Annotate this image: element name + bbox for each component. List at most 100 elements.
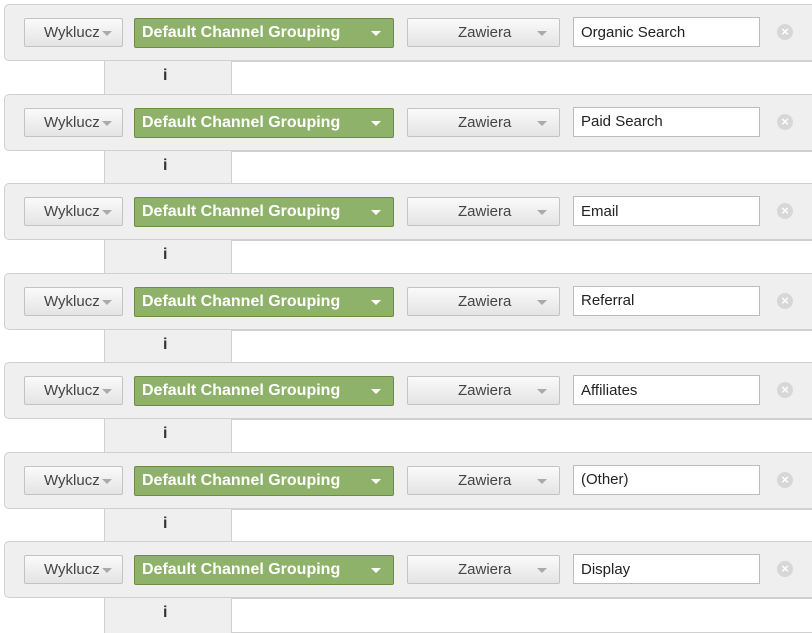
match-type-dropdown[interactable]: Zawiera bbox=[407, 286, 560, 316]
match-type-label: Zawiera bbox=[458, 203, 512, 220]
include-exclude-dropdown[interactable]: Wyklucz bbox=[24, 555, 123, 584]
match-type-label: Zawiera bbox=[458, 113, 512, 131]
include-exclude-dropdown[interactable]: Wyklucz bbox=[24, 107, 123, 137]
and-connector-label: i bbox=[163, 246, 168, 263]
dimension-label: Default Channel Grouping bbox=[142, 113, 341, 131]
dimension-label: Default Channel Grouping bbox=[142, 24, 341, 41]
dimension-label: Default Channel Grouping bbox=[142, 561, 341, 578]
caret-down-icon bbox=[537, 389, 547, 394]
condition-value-input[interactable] bbox=[573, 17, 760, 47]
dimension-dropdown[interactable]: Default Channel Grouping bbox=[134, 555, 394, 585]
and-connector: i bbox=[104, 150, 232, 186]
caret-down-icon bbox=[371, 389, 381, 394]
remove-condition-button[interactable]: × bbox=[777, 24, 793, 40]
dimension-label: Default Channel Grouping bbox=[142, 292, 341, 310]
dimension-dropdown[interactable]: Default Channel Grouping bbox=[134, 376, 394, 406]
connector-line bbox=[232, 240, 812, 275]
condition-value-input[interactable] bbox=[573, 554, 760, 584]
match-type-label: Zawiera bbox=[458, 292, 512, 310]
condition-value-input[interactable] bbox=[573, 106, 760, 137]
caret-down-icon bbox=[371, 31, 381, 36]
dimension-dropdown[interactable]: Default Channel Grouping bbox=[134, 286, 394, 317]
close-circle-icon: × bbox=[781, 382, 789, 397]
match-type-dropdown[interactable]: Zawiera bbox=[407, 555, 560, 584]
match-type-dropdown[interactable]: Zawiera bbox=[407, 107, 560, 137]
connector-line bbox=[232, 61, 812, 96]
and-connector-label: i bbox=[163, 156, 168, 174]
caret-down-icon bbox=[102, 120, 112, 126]
and-connector: i bbox=[104, 419, 232, 454]
dimension-dropdown[interactable]: Default Channel Grouping bbox=[134, 18, 394, 48]
dimension-dropdown[interactable]: Default Channel Grouping bbox=[134, 107, 394, 138]
caret-down-icon bbox=[102, 568, 112, 573]
include-exclude-label: Wyklucz bbox=[44, 561, 100, 578]
include-exclude-label: Wyklucz bbox=[44, 203, 100, 220]
close-circle-icon: × bbox=[781, 292, 789, 308]
caret-down-icon bbox=[537, 478, 547, 484]
dimension-label: Default Channel Grouping bbox=[142, 471, 341, 489]
caret-down-icon bbox=[537, 120, 547, 126]
dimension-label: Default Channel Grouping bbox=[142, 203, 341, 220]
include-exclude-label: Wyklucz bbox=[44, 292, 100, 310]
and-connector-label: i bbox=[163, 335, 168, 353]
remove-condition-button[interactable]: × bbox=[777, 203, 793, 219]
caret-down-icon bbox=[102, 210, 112, 215]
dimension-label: Default Channel Grouping bbox=[142, 382, 341, 399]
remove-condition-button[interactable]: × bbox=[777, 113, 793, 130]
caret-down-icon bbox=[371, 478, 381, 484]
remove-condition-button[interactable]: × bbox=[777, 471, 793, 488]
connector-line bbox=[232, 419, 812, 454]
caret-down-icon bbox=[537, 568, 547, 573]
dimension-dropdown[interactable]: Default Channel Grouping bbox=[134, 197, 394, 227]
connector-line bbox=[232, 329, 812, 365]
caret-down-icon bbox=[102, 389, 112, 394]
match-type-label: Zawiera bbox=[458, 382, 512, 399]
connector-line bbox=[232, 150, 812, 186]
and-connector-label: i bbox=[163, 67, 168, 84]
and-connector: i bbox=[104, 598, 232, 633]
and-connector: i bbox=[104, 329, 232, 365]
match-type-dropdown[interactable]: Zawiera bbox=[407, 18, 560, 47]
match-type-dropdown[interactable]: Zawiera bbox=[407, 197, 560, 226]
condition-value-input[interactable] bbox=[573, 464, 760, 495]
condition-row: Wyklucz Default Channel Grouping Zawiera… bbox=[4, 541, 812, 598]
remove-condition-button[interactable]: × bbox=[777, 292, 793, 309]
caret-down-icon bbox=[102, 478, 112, 484]
match-type-label: Zawiera bbox=[458, 471, 512, 489]
connector-line bbox=[232, 598, 812, 633]
condition-value-input[interactable] bbox=[573, 375, 760, 405]
caret-down-icon bbox=[371, 120, 381, 126]
condition-row: Wyklucz Default Channel Grouping Zawiera… bbox=[4, 362, 812, 419]
match-type-dropdown[interactable]: Zawiera bbox=[407, 465, 560, 495]
include-exclude-label: Wyklucz bbox=[44, 24, 100, 41]
condition-row: Wyklucz Default Channel Grouping Zawiera… bbox=[4, 272, 812, 330]
condition-value-input[interactable] bbox=[573, 285, 760, 316]
include-exclude-dropdown[interactable]: Wyklucz bbox=[24, 18, 123, 47]
include-exclude-dropdown[interactable]: Wyklucz bbox=[24, 197, 123, 226]
close-circle-icon: × bbox=[781, 113, 789, 129]
caret-down-icon bbox=[102, 31, 112, 36]
include-exclude-label: Wyklucz bbox=[44, 382, 100, 399]
include-exclude-dropdown[interactable]: Wyklucz bbox=[24, 376, 123, 405]
close-circle-icon: × bbox=[781, 471, 789, 487]
include-exclude-dropdown[interactable]: Wyklucz bbox=[24, 286, 123, 316]
and-connector-label: i bbox=[163, 425, 168, 442]
and-connector: i bbox=[104, 61, 232, 96]
remove-condition-button[interactable]: × bbox=[777, 382, 793, 398]
close-circle-icon: × bbox=[781, 24, 789, 39]
and-connector-label: i bbox=[163, 514, 168, 532]
match-type-label: Zawiera bbox=[458, 561, 512, 578]
match-type-dropdown[interactable]: Zawiera bbox=[407, 376, 560, 405]
close-circle-icon: × bbox=[781, 203, 789, 218]
caret-down-icon bbox=[371, 568, 381, 573]
caret-down-icon bbox=[537, 31, 547, 36]
dimension-dropdown[interactable]: Default Channel Grouping bbox=[134, 465, 394, 496]
condition-row: Wyklucz Default Channel Grouping Zawiera… bbox=[4, 4, 812, 61]
include-exclude-label: Wyklucz bbox=[44, 471, 100, 489]
and-connector-label: i bbox=[163, 604, 168, 621]
caret-down-icon bbox=[537, 210, 547, 215]
match-type-label: Zawiera bbox=[458, 24, 512, 41]
condition-value-input[interactable] bbox=[573, 196, 760, 226]
remove-condition-button[interactable]: × bbox=[777, 561, 793, 577]
include-exclude-dropdown[interactable]: Wyklucz bbox=[24, 465, 123, 495]
